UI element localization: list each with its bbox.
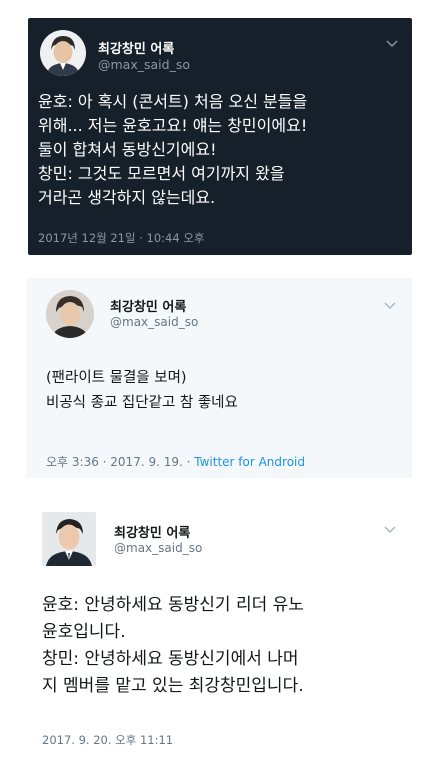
- tweet-text: 윤호: 안녕하세요 동방신기 리더 유노 윤호입니다. 창민: 안녕하세요 동방…: [42, 595, 304, 696]
- chevron-down-icon[interactable]: [384, 302, 396, 310]
- display-name[interactable]: 최강창민 어록: [98, 38, 174, 57]
- timestamp-text[interactable]: 오후 3:36 · 2017. 9. 19. ·: [46, 455, 194, 469]
- tweet-timestamp[interactable]: 2017. 9. 20. 오후 11:11: [42, 732, 173, 748]
- client-link[interactable]: Twitter for Android: [194, 455, 305, 469]
- tweet-timestamp: 오후 3:36 · 2017. 9. 19. · Twitter for And…: [46, 453, 305, 470]
- display-name[interactable]: 최강창민 어록: [110, 296, 186, 315]
- tweet-timestamp[interactable]: 2017년 12월 21일 · 10:44 오후: [38, 230, 205, 246]
- avatar[interactable]: [40, 30, 86, 76]
- tweet-card-1[interactable]: 최강창민 어록 @max_said_so 윤호: 아 혹시 (콘서트) 처음 오…: [28, 18, 412, 255]
- tweet-text: (팬라이트 물결을 보며) 비공식 종교 집단같고 참 좋네요: [46, 370, 238, 411]
- user-handle[interactable]: @max_said_so: [98, 57, 190, 72]
- avatar[interactable]: [46, 290, 94, 338]
- tweet-card-2[interactable]: 최강창민 어록 @max_said_so (팬라이트 물결을 보며) 비공식 종…: [26, 278, 412, 478]
- user-handle[interactable]: @max_said_so: [110, 315, 198, 329]
- avatar[interactable]: [42, 512, 96, 566]
- tweet-text: 윤호: 아 혹시 (콘서트) 처음 오신 분들을 위해... 저는 윤호고요! …: [38, 92, 308, 207]
- chevron-down-icon[interactable]: [386, 40, 398, 48]
- display-name[interactable]: 최강창민 어록: [114, 522, 190, 541]
- chevron-down-icon[interactable]: [384, 526, 396, 534]
- tweet-card-3[interactable]: 최강창민 어록 @max_said_so 윤호: 안녕하세요 동방신기 리더 유…: [22, 500, 414, 758]
- user-handle[interactable]: @max_said_so: [114, 541, 202, 555]
